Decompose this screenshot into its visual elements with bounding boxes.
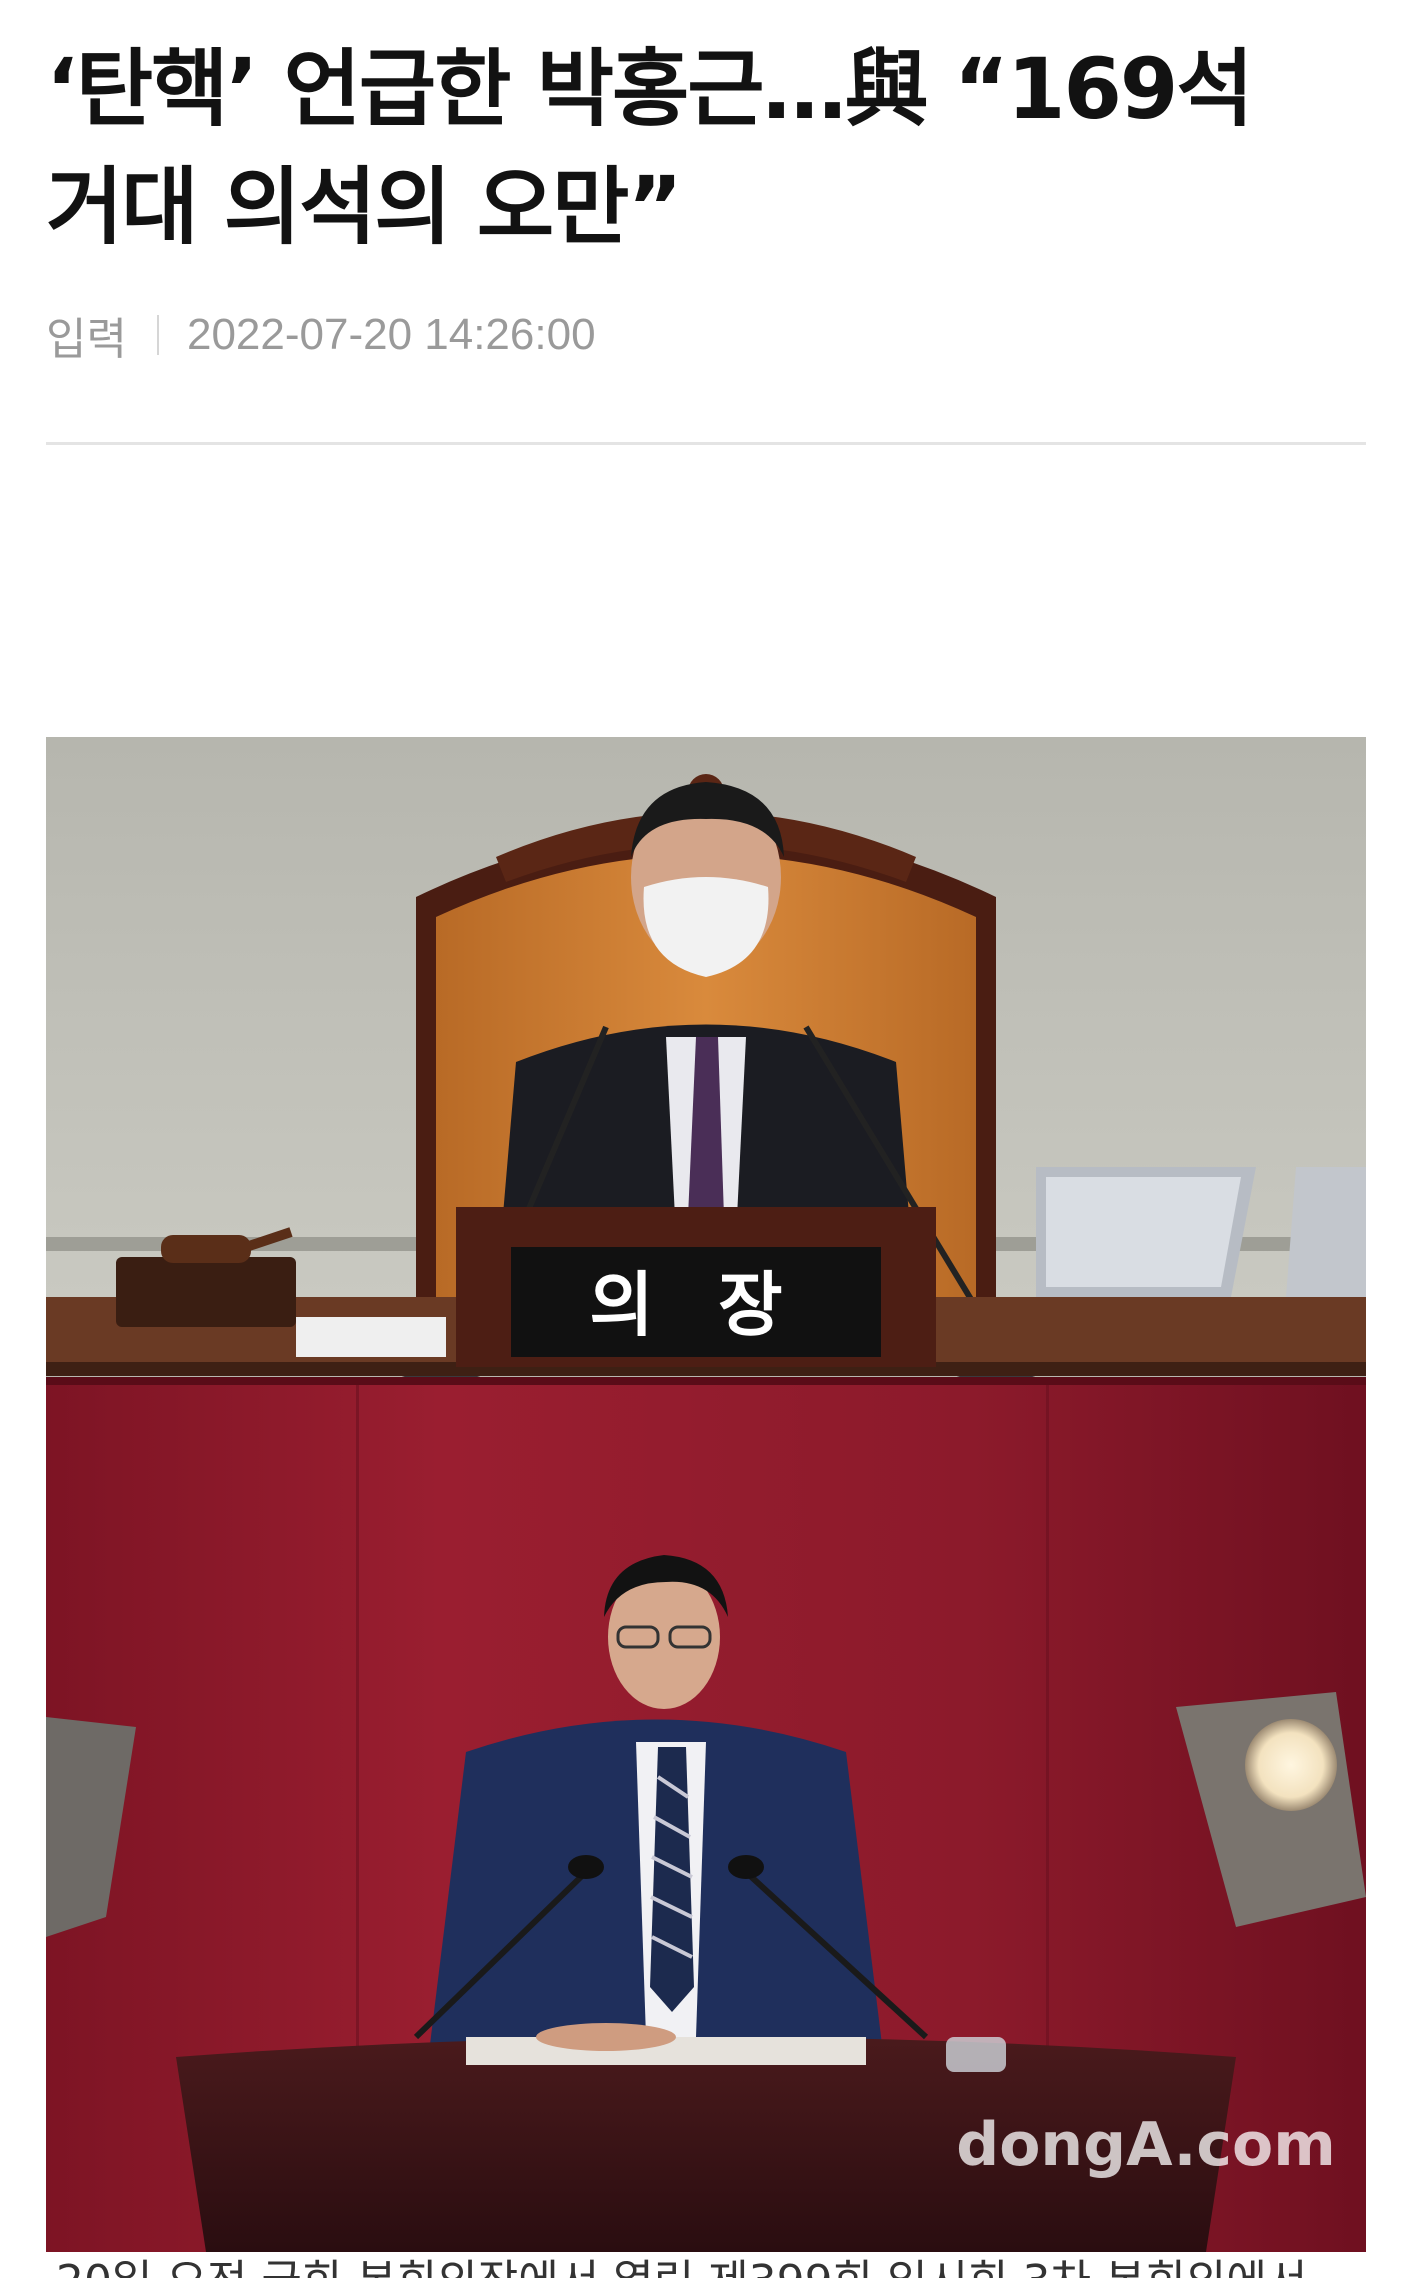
article-headline: ‘탄핵’ 언급한 박홍근…與 “169석 거대 의석의 오만”: [46, 40, 1254, 256]
photo-watermark: dongA.com: [956, 2110, 1335, 2180]
article-photo[interactable]: 의 장 dongA.com: [46, 737, 1366, 2252]
published-label: 입력: [46, 315, 127, 364]
meta-divider: [156, 315, 159, 355]
photo-caption: 20일 오전 국회 본회의장에서 열린 제399회 임시회 3차 본회의에서: [56, 2252, 1356, 2278]
article-meta: 입력 2022-07-20 14:26:00: [46, 310, 596, 364]
photo-illustration: 의 장 dongA.com: [46, 737, 1366, 2252]
published-datetime: 2022-07-20 14:26:00: [186, 310, 596, 359]
header-divider: [46, 442, 1366, 445]
nameplate-text: 의 장: [589, 1264, 802, 1346]
